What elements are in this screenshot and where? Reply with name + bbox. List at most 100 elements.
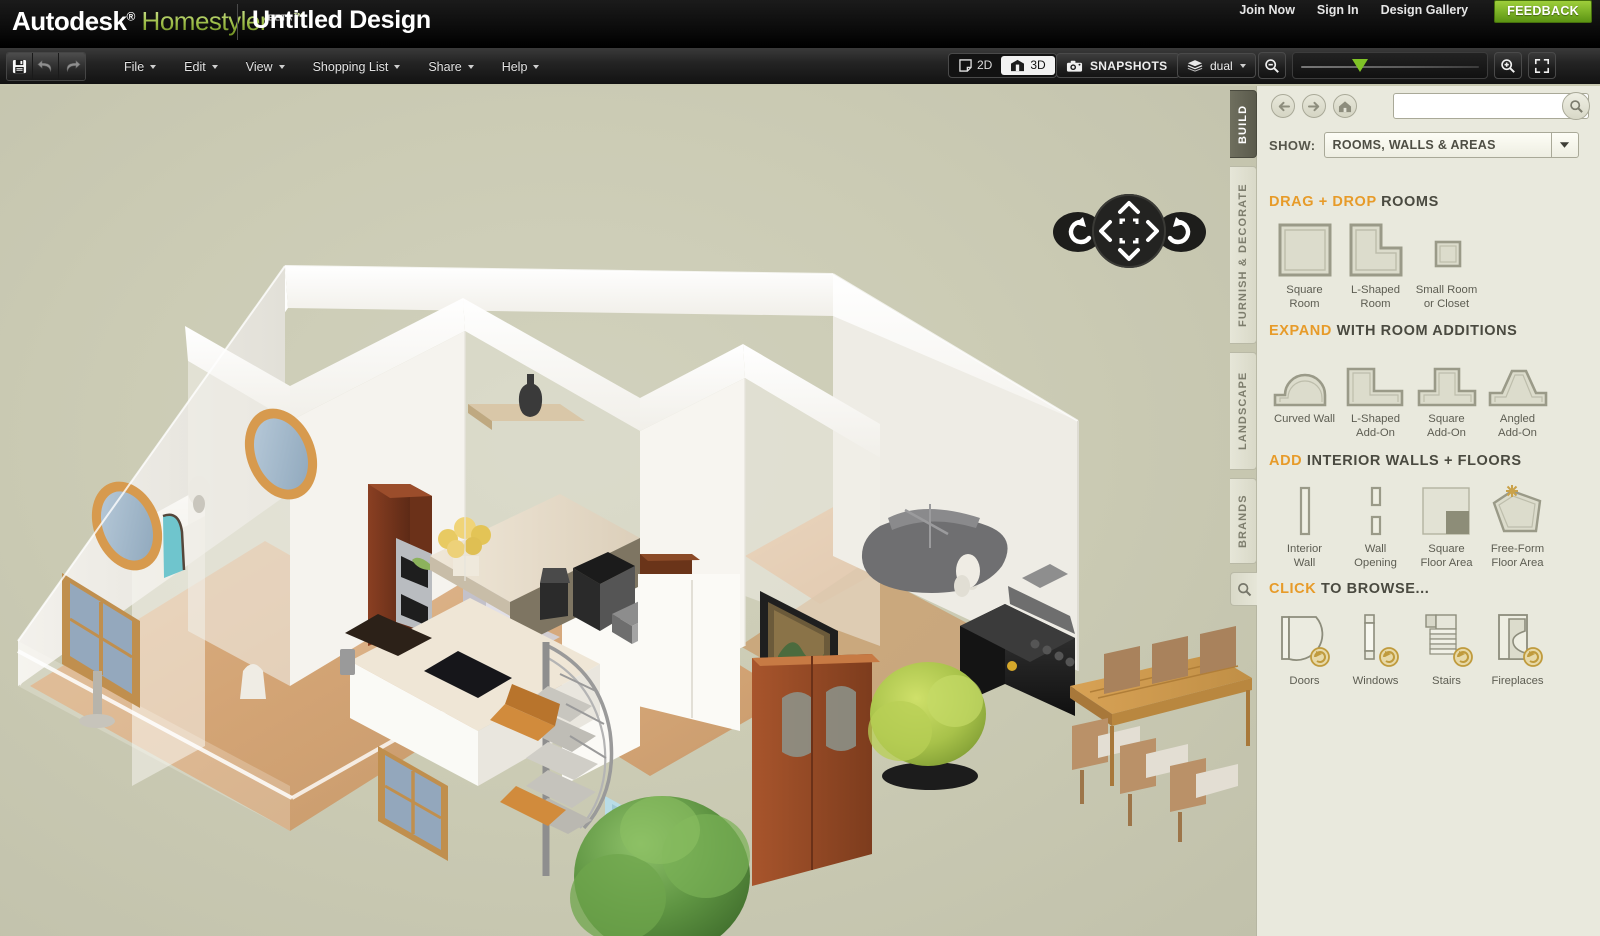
tile-doors[interactable]: Doors — [1269, 607, 1340, 688]
magnifier-plus-icon — [1501, 58, 1515, 73]
tab-landscape[interactable]: LANDSCAPE — [1230, 352, 1257, 470]
layers-dual-button[interactable]: dual — [1177, 53, 1256, 78]
menu-share-label: Share — [428, 60, 462, 74]
sign-in-link[interactable]: Sign In — [1317, 0, 1359, 20]
section-title-highlight: EXPAND — [1269, 323, 1332, 339]
chevron-down-icon — [1239, 63, 1246, 68]
potted-bush — [868, 662, 986, 790]
navigation-widget[interactable] — [1052, 192, 1207, 270]
menu-view[interactable]: View — [232, 55, 299, 79]
tab-brands[interactable]: BRANDS — [1230, 478, 1257, 564]
panel-search-button[interactable] — [1562, 92, 1590, 120]
angled-addon-icon — [1486, 349, 1550, 407]
document-title[interactable]: Untitled Design — [252, 6, 431, 35]
menu-help[interactable]: Help — [488, 55, 554, 79]
tile-interior-wall[interactable]: Interior Wall — [1269, 479, 1340, 570]
join-now-link[interactable]: Join Now — [1239, 0, 1295, 20]
homestyler-app: Autodesk® HomestylerBETA™ Untitled Desig… — [0, 0, 1600, 936]
view-mode-2d-button[interactable]: 2D — [950, 56, 1001, 75]
panel-vertical-tabs: BUILD FURNISH & DECORATE LANDSCAPE BRAND… — [1230, 86, 1257, 936]
panel-home-button[interactable] — [1333, 94, 1357, 118]
tile-stairs[interactable]: Stairs — [1411, 607, 1482, 688]
tile-wall-opening-label: Wall Opening — [1354, 543, 1397, 569]
tile-square-floor-area[interactable]: Square Floor Area — [1411, 479, 1482, 570]
tile-square-room[interactable]: Square Room — [1269, 220, 1340, 311]
show-filter-select[interactable]: ROOMS, WALLS & AREAS — [1323, 132, 1579, 158]
panel-nav-buttons — [1271, 94, 1357, 118]
zoom-slider-track — [1301, 66, 1479, 68]
window-icon — [1345, 607, 1407, 669]
panel-search-input[interactable] — [1394, 94, 1558, 118]
chevron-down-icon[interactable] — [1550, 133, 1578, 157]
room-addition-tiles: Curved Wall L-Shaped Add-On Square Add-O… — [1269, 349, 1569, 440]
tile-windows[interactable]: Windows — [1340, 607, 1411, 688]
snapshots-label: SNAPSHOTS — [1090, 58, 1168, 73]
tile-square-addon[interactable]: Square Add-On — [1411, 349, 1482, 440]
tab-build[interactable]: BUILD — [1230, 90, 1257, 158]
tab-build-label: BUILD — [1237, 104, 1249, 144]
undo-button[interactable] — [33, 53, 59, 80]
zoom-in-button[interactable] — [1494, 52, 1522, 79]
fullscreen-icon — [1534, 58, 1550, 73]
tab-search[interactable] — [1230, 572, 1257, 606]
brand-bar: Autodesk® HomestylerBETA™ Untitled Desig… — [0, 0, 1600, 48]
tile-fireplaces-label: Fireplaces — [1491, 675, 1544, 687]
right-panel: BUILD FURNISH & DECORATE LANDSCAPE BRAND… — [1230, 86, 1600, 936]
tab-landscape-label: LANDSCAPE — [1237, 371, 1249, 451]
zoom-out-button[interactable] — [1258, 52, 1286, 79]
menu-share[interactable]: Share — [414, 55, 487, 79]
tile-l-shaped-addon[interactable]: L-Shaped Add-On — [1340, 349, 1411, 440]
menu-edit[interactable]: Edit — [170, 55, 232, 79]
square-addon-icon — [1415, 349, 1479, 407]
tile-curved-wall[interactable]: Curved Wall — [1269, 349, 1340, 440]
menu-file[interactable]: File — [110, 55, 170, 79]
door-icon — [1274, 607, 1336, 669]
tile-l-shaped-room[interactable]: L-Shaped Room — [1340, 220, 1411, 311]
arrow-right-icon — [1307, 101, 1319, 111]
drag-drop-room-tiles: Square Room L-Shaped Room Small Room or … — [1269, 220, 1569, 311]
floppy-disk-icon — [12, 59, 27, 74]
wall-opening-icon — [1348, 479, 1404, 537]
snapshots-button[interactable]: SNAPSHOTS — [1056, 53, 1181, 78]
tab-brands-label: BRANDS — [1237, 494, 1249, 548]
section-room-additions-title: EXPAND WITH ROOM ADDITIONS — [1269, 323, 1569, 339]
feedback-button[interactable]: FEEDBACK — [1494, 0, 1592, 23]
tile-small-room[interactable]: Small Room or Closet — [1411, 220, 1482, 311]
panel-back-button[interactable] — [1271, 94, 1295, 118]
panel-forward-button[interactable] — [1302, 94, 1326, 118]
tile-free-form-floor-area[interactable]: Free-Form Floor Area — [1482, 479, 1553, 570]
tile-wall-opening[interactable]: Wall Opening — [1340, 479, 1411, 570]
tile-fireplaces[interactable]: Fireplaces — [1482, 607, 1553, 688]
kitchen-refrigerator — [638, 574, 740, 731]
design-canvas-3d[interactable] — [0, 86, 1256, 936]
file-action-buttons — [6, 52, 86, 81]
menu-shopping-list[interactable]: Shopping List — [299, 55, 415, 79]
menu-file-label: File — [124, 60, 145, 74]
view-mode-2d-label: 2D — [977, 58, 993, 72]
magnifier-minus-icon — [1265, 58, 1279, 73]
menu-edit-label: Edit — [184, 60, 206, 74]
chevron-down-icon — [211, 65, 218, 69]
zoom-slider-handle[interactable] — [1352, 59, 1369, 72]
zoom-slider[interactable] — [1292, 52, 1488, 79]
fullscreen-button[interactable] — [1528, 52, 1556, 79]
interior-wall-floor-tiles: Interior Wall Wall Opening Square Floor … — [1269, 479, 1569, 570]
section-click-to-browse: CLICK TO BROWSE... Doors Windows Stairs … — [1269, 581, 1569, 688]
view-mode-3d-button[interactable]: 3D — [1001, 56, 1055, 75]
wooden-double-door — [752, 654, 880, 886]
design-gallery-link[interactable]: Design Gallery — [1381, 0, 1469, 20]
section-interior-walls-floors: ADD INTERIOR WALLS + FLOORS Interior Wall — [1269, 453, 1569, 570]
tab-furnish-decorate[interactable]: FURNISH & DECORATE — [1230, 166, 1257, 344]
tile-angled-addon[interactable]: Angled Add-On — [1482, 349, 1553, 440]
fireplace-icon — [1487, 607, 1549, 669]
section-title-rest: INTERIOR WALLS + FLOORS — [1306, 453, 1522, 469]
menu-help-label: Help — [501, 60, 528, 74]
panel-search-box[interactable] — [1393, 92, 1590, 120]
save-button[interactable] — [7, 53, 33, 80]
curved-wall-icon — [1273, 349, 1337, 407]
tile-free-form-floor-area-label: Free-Form Floor Area — [1490, 543, 1545, 569]
view-mode-toggle: 2D 3D — [948, 53, 1057, 78]
redo-button[interactable] — [59, 53, 85, 80]
menu-view-label: View — [245, 60, 273, 74]
tile-stairs-label: Stairs — [1432, 675, 1461, 687]
